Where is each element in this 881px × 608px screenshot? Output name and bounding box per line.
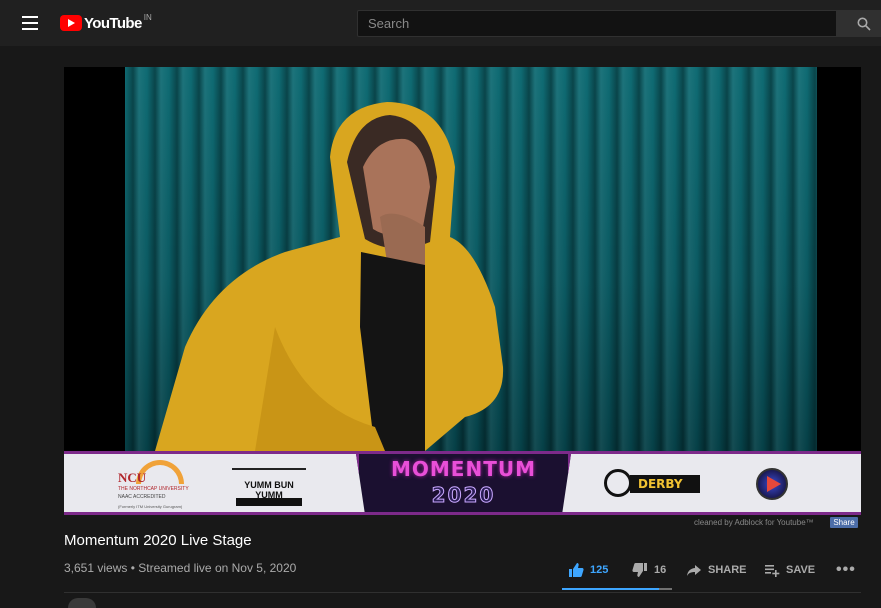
banner-headline: MOMENTUM — [391, 457, 536, 481]
video-frame — [125, 67, 817, 451]
performer-image — [155, 102, 504, 451]
search-button[interactable] — [836, 10, 881, 37]
hamburger-menu-icon[interactable] — [18, 12, 42, 34]
logo-text: YouTube — [84, 14, 142, 32]
ncu-logo: NCU THE NORTHCAP UNIVERSITY NAAC ACCREDI… — [116, 460, 196, 510]
video-meta: 3,651 views • Streamed live on Nov 5, 20… — [64, 561, 297, 575]
masthead: YouTube IN — [0, 0, 881, 46]
thumbs-down-icon — [632, 563, 647, 577]
like-count: 125 — [590, 564, 609, 576]
action-bar: 125 16 SHARE SAVE ••• — [562, 556, 862, 584]
banner-year: 2020 — [431, 483, 496, 508]
dislike-button[interactable]: 16 — [632, 556, 666, 584]
video-player[interactable]: NCU THE NORTHCAP UNIVERSITY NAAC ACCREDI… — [64, 67, 861, 515]
search-box — [357, 10, 837, 37]
divider — [64, 592, 861, 593]
country-code: IN — [143, 12, 152, 22]
yumm-bun-logo: YUMM BUN YUMM — [232, 462, 306, 508]
adblock-share-button[interactable]: Share — [830, 517, 858, 528]
more-actions-icon[interactable]: ••• — [836, 556, 856, 584]
dislike-count: 16 — [654, 564, 667, 576]
search-input[interactable] — [358, 11, 836, 36]
save-button[interactable]: SAVE — [764, 556, 815, 584]
playlist-add-icon — [765, 565, 780, 577]
share-button[interactable]: SHARE — [686, 556, 747, 584]
thumbs-up-icon — [569, 563, 584, 577]
sentiment-bar — [562, 588, 672, 590]
adblock-note: cleaned by Adblock for Youtube™ — [694, 518, 814, 527]
video-title: Momentum 2020 Live Stage — [64, 532, 252, 549]
youtube-logo[interactable]: YouTube IN — [60, 13, 152, 33]
sponsor-banner: NCU THE NORTHCAP UNIVERSITY NAAC ACCREDI… — [64, 451, 861, 515]
channel-avatar[interactable] — [68, 598, 96, 608]
search-icon — [857, 17, 871, 31]
share-icon — [687, 565, 701, 576]
momentum-play-logo — [748, 462, 796, 506]
youtube-play-icon — [60, 15, 82, 31]
sentiment-bar-fill — [562, 588, 660, 590]
share-label: SHARE — [708, 564, 747, 576]
save-label: SAVE — [786, 564, 816, 576]
derby-logo: DERBY — [604, 467, 700, 499]
like-button[interactable]: 125 — [568, 556, 608, 584]
